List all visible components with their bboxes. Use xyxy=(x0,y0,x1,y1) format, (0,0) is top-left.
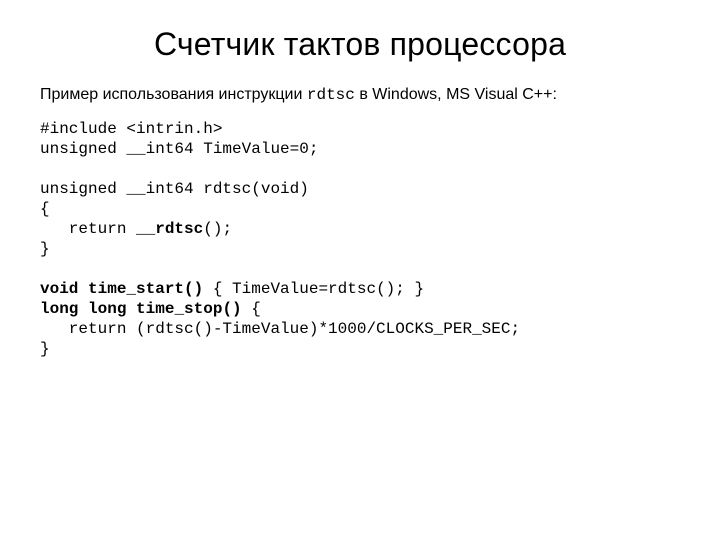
code-line-6b-bold: __rdtsc xyxy=(136,220,203,238)
code-line-11: return (rdtsc()-TimeValue)*1000/CLOCKS_P… xyxy=(40,320,520,338)
description-text-pre: Пример использования инструкции xyxy=(40,86,307,103)
code-block: #include <intrin.h> unsigned __int64 Tim… xyxy=(40,119,680,359)
code-line-6a: return xyxy=(40,220,136,238)
description-paragraph: Пример использования инструкции rdtsc в … xyxy=(40,85,680,105)
code-line-9a-bold: void xyxy=(40,280,78,298)
description-code-word: rdtsc xyxy=(307,86,355,104)
code-line-10c-bold: time_stop() xyxy=(136,300,242,318)
code-line-6c: (); xyxy=(203,220,232,238)
slide-title: Счетчик тактов процессора xyxy=(40,26,680,63)
description-text-post: в Windows, MS Visual C++: xyxy=(355,86,557,103)
code-line-10d: { xyxy=(242,300,261,318)
code-line-9c-bold: time_start() xyxy=(88,280,203,298)
code-line-5: { xyxy=(40,200,50,218)
code-line-9b xyxy=(78,280,88,298)
code-line-12: } xyxy=(40,340,50,358)
code-line-10b xyxy=(126,300,136,318)
code-line-1: #include <intrin.h> xyxy=(40,120,222,138)
code-line-7: } xyxy=(40,240,50,258)
code-line-2: unsigned __int64 TimeValue=0; xyxy=(40,140,318,158)
slide: Счетчик тактов процессора Пример использ… xyxy=(0,0,720,540)
code-line-10a-bold: long long xyxy=(40,300,126,318)
code-line-9d: { TimeValue=rdtsc(); } xyxy=(203,280,424,298)
code-line-4: unsigned __int64 rdtsc(void) xyxy=(40,180,309,198)
